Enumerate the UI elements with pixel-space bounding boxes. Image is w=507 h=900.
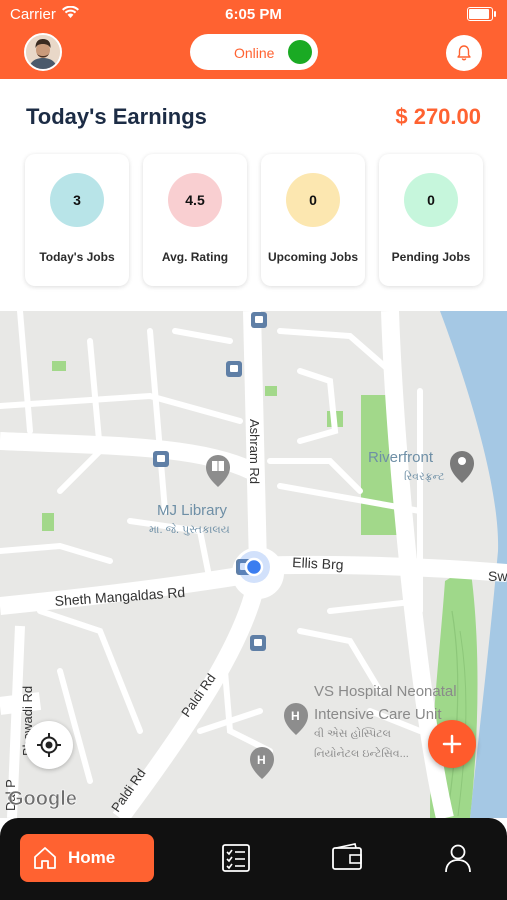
earnings-amount: $ 270.00 xyxy=(395,104,481,129)
tab-home[interactable]: Home xyxy=(20,834,154,882)
place-label: મા. જે. પુસ્તકાલય xyxy=(149,523,230,536)
stat-card-avg-rating[interactable]: 4.5 Avg. Rating xyxy=(143,154,247,286)
avatar[interactable] xyxy=(24,33,62,71)
stat-card-pending-jobs[interactable]: 0 Pending Jobs xyxy=(379,154,483,286)
place-label: Intensive Care Unit xyxy=(314,706,442,723)
stat-label: Avg. Rating xyxy=(161,250,229,264)
bus-stop-icon[interactable] xyxy=(153,451,169,467)
checklist-icon[interactable] xyxy=(220,842,252,874)
bell-icon xyxy=(457,45,471,61)
bus-stop-icon[interactable] xyxy=(226,361,242,377)
place-label: Riverfront xyxy=(368,449,434,466)
profile-icon[interactable] xyxy=(442,842,474,874)
stat-circle: 4.5 xyxy=(168,173,222,227)
avatar-image xyxy=(26,35,60,69)
road-label: Ellis Brg xyxy=(292,554,344,573)
place-label: રિવરફ્રન્ટ xyxy=(404,470,445,483)
crosshair-icon xyxy=(37,733,61,757)
toggle-knob xyxy=(288,40,312,64)
stat-value: 3 xyxy=(73,192,81,208)
bus-stop-icon[interactable] xyxy=(250,635,266,651)
home-icon xyxy=(34,847,56,869)
tab-home-label: Home xyxy=(68,848,116,867)
bus-stop-icon[interactable] xyxy=(251,312,267,328)
bottom-tab-bar: Home xyxy=(0,818,507,900)
stat-label: Upcoming Jobs xyxy=(267,250,358,264)
add-button[interactable] xyxy=(428,720,476,768)
google-logo: Google xyxy=(8,788,77,810)
current-location-dot xyxy=(238,551,270,583)
plus-icon xyxy=(442,734,462,754)
place-label: વી એસ હોસ્પિટલ xyxy=(314,727,391,740)
notification-button[interactable] xyxy=(446,35,482,71)
top-bar: Carrier 6:05 PM Online xyxy=(0,0,507,79)
locate-me-button[interactable] xyxy=(25,721,73,769)
earnings-title: Today's Earnings xyxy=(26,104,207,129)
road-label: Ashram Rd xyxy=(247,419,262,484)
svg-text:H: H xyxy=(291,709,300,723)
place-label: MJ Library xyxy=(157,502,228,519)
online-label: Online xyxy=(234,45,275,61)
online-toggle[interactable]: Online xyxy=(190,34,318,70)
status-bar: Carrier 6:05 PM xyxy=(0,0,507,28)
stat-label: Pending Jobs xyxy=(391,250,471,264)
wallet-icon[interactable] xyxy=(331,842,363,874)
stat-value: 4.5 xyxy=(185,192,205,208)
place-label: VS Hospital Neonatal xyxy=(314,683,457,700)
battery-icon xyxy=(467,7,496,21)
stat-value: 0 xyxy=(309,192,317,208)
clock: 6:05 PM xyxy=(225,6,282,23)
stat-circle: 0 xyxy=(404,173,458,227)
stat-label: Today's Jobs xyxy=(39,250,115,264)
stat-card-todays-jobs[interactable]: 3 Today's Jobs xyxy=(25,154,129,286)
road-label: Sw xyxy=(488,568,507,584)
stat-value: 0 xyxy=(427,192,435,208)
stat-card-upcoming-jobs[interactable]: 0 Upcoming Jobs xyxy=(261,154,365,286)
svg-text:H: H xyxy=(257,753,266,767)
place-label: નિયોનેટલ ઇન્ટેસિવ... xyxy=(314,747,409,760)
stat-circle: 0 xyxy=(286,173,340,227)
stat-circle: 3 xyxy=(50,173,104,227)
